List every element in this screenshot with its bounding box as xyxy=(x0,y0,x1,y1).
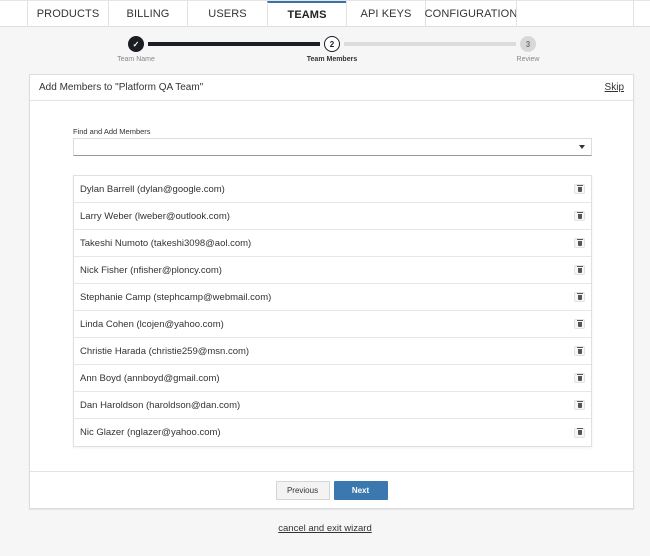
member-name-email: Stephanie Camp (stephcamp@webmail.com) xyxy=(80,291,272,303)
step-1-complete-check-icon: ✓ xyxy=(128,36,144,52)
tab-empty-slot xyxy=(633,1,650,27)
panel-title: Add Members to "Platform QA Team" xyxy=(39,82,204,93)
member-list-item: Nick Fisher (nfisher@ploncy.com) xyxy=(74,257,591,284)
member-list: Dylan Barrell (dylan@google.com) Larry We… xyxy=(73,175,592,447)
member-name-email: Nic Glazer (nglazer@yahoo.com) xyxy=(80,427,221,438)
member-list-item: Dan Haroldson (haroldson@dan.com) xyxy=(74,392,591,419)
member-name-email: Christie Harada (christie259@msn.com) xyxy=(80,345,250,357)
trash-icon xyxy=(576,373,583,381)
tab-users[interactable]: USERS xyxy=(187,1,267,27)
top-nav-tabs: PRODUCTS BILLING USERS TEAMS API KEYS CO… xyxy=(0,0,650,27)
wizard-stepper: ✓ 2 3 Team Name Team Members Review xyxy=(0,27,650,72)
member-name-email: Dan Haroldson (haroldson@dan.com) xyxy=(80,399,241,411)
tab-api-keys[interactable]: API KEYS xyxy=(346,1,425,27)
remove-member-button[interactable] xyxy=(574,292,585,302)
remove-member-button[interactable] xyxy=(574,427,585,438)
member-name-email: Nick Fisher (nfisher@ploncy.com) xyxy=(80,264,222,276)
step-2-label: Team Members xyxy=(306,56,358,63)
next-button[interactable]: Next xyxy=(333,480,388,500)
remove-member-button[interactable] xyxy=(574,211,585,221)
remove-member-button[interactable] xyxy=(574,319,585,329)
remove-member-button[interactable] xyxy=(574,238,585,248)
member-name-email: Dylan Barrell (dylan@google.com) xyxy=(80,183,225,195)
chevron-down-icon[interactable] xyxy=(579,145,585,149)
trash-icon xyxy=(576,292,583,300)
cancel-exit-wizard-link[interactable]: cancel and exit wizard xyxy=(0,523,650,534)
remove-member-button[interactable] xyxy=(574,184,585,194)
trash-icon xyxy=(576,211,583,219)
step-1-label: Team Name xyxy=(117,56,155,63)
panel-header: Add Members to "Platform QA Team" Skip xyxy=(30,75,633,101)
tab-billing[interactable]: BILLING xyxy=(108,1,187,27)
member-list-item: Dylan Barrell (dylan@google.com) xyxy=(74,176,591,203)
trash-icon xyxy=(576,184,583,192)
tab-empty-slot xyxy=(516,1,633,27)
trash-icon xyxy=(576,265,583,273)
member-list-item: Larry Weber (lweber@outlook.com) xyxy=(74,203,591,230)
trash-icon xyxy=(576,428,583,435)
member-name-email: Linda Cohen (lcojen@yahoo.com) xyxy=(80,318,224,330)
trash-icon xyxy=(576,346,583,354)
remove-member-button[interactable] xyxy=(574,400,585,410)
member-name-email: Takeshi Numoto (takeshi3098@aol.com) xyxy=(80,237,252,249)
step-2-current: 2 xyxy=(324,36,340,52)
panel-footer: Previous Next xyxy=(30,471,633,508)
member-name-email: Ann Boyd (annboyd@gmail.com) xyxy=(80,372,220,384)
trash-icon xyxy=(576,400,583,408)
find-members-combobox[interactable] xyxy=(73,138,592,156)
remove-member-button[interactable] xyxy=(574,265,585,275)
step-3-label: Review xyxy=(516,56,540,63)
trash-icon xyxy=(576,238,583,246)
member-list-item: Stephanie Camp (stephcamp@webmail.com) xyxy=(74,284,591,311)
step-3-pending: 3 xyxy=(520,36,536,52)
tab-products[interactable]: PRODUCTS xyxy=(27,1,108,27)
step-connector-pending xyxy=(344,42,516,46)
remove-member-button[interactable] xyxy=(574,346,585,356)
remove-member-button[interactable] xyxy=(574,373,585,383)
find-members-label: Find and Add Members xyxy=(73,127,151,136)
add-members-panel: Add Members to "Platform QA Team" Skip F… xyxy=(29,74,634,509)
tab-teams[interactable]: TEAMS xyxy=(267,1,346,27)
trash-icon xyxy=(576,319,583,327)
member-list-item: Linda Cohen (lcojen@yahoo.com) xyxy=(74,311,591,338)
skip-link[interactable]: Skip xyxy=(605,82,624,93)
member-list-item: Nic Glazer (nglazer@yahoo.com) xyxy=(74,419,591,446)
previous-button[interactable]: Previous xyxy=(275,480,330,500)
member-list-item: Takeshi Numoto (takeshi3098@aol.com) xyxy=(74,230,591,257)
step-connector-complete xyxy=(148,42,320,46)
member-list-item: Ann Boyd (annboyd@gmail.com) xyxy=(74,365,591,392)
member-name-email: Larry Weber (lweber@outlook.com) xyxy=(80,210,230,222)
member-list-item: Christie Harada (christie259@msn.com) xyxy=(74,338,591,365)
tab-configuration[interactable]: CONFIGURATION xyxy=(425,1,517,27)
